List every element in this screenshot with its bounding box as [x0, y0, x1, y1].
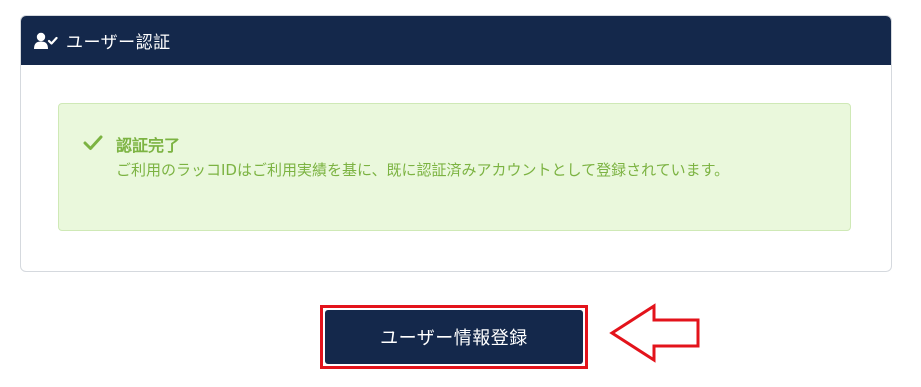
card-title: ユーザー認証: [66, 33, 171, 53]
user-check-icon: [34, 31, 58, 51]
check-icon: [83, 134, 103, 152]
alert-heading: 認証完了: [116, 136, 181, 155]
alert-message: ご利用のラッコIDはご利用実績を基に、既に認証済みアカウントとして登録されていま…: [116, 161, 730, 179]
register-user-info-button[interactable]: ユーザー情報登録: [325, 310, 583, 364]
success-alert: 認証完了 ご利用のラッコIDはご利用実績を基に、既に認証済みアカウントとして登録…: [58, 103, 851, 231]
card-header: ユーザー認証: [21, 16, 891, 65]
left-arrow-icon: [609, 303, 700, 363]
user-verification-card: ユーザー認証 認証完了 ご利用のラッコIDはご利用実績を基に、既に認証済みアカウ…: [20, 15, 892, 272]
